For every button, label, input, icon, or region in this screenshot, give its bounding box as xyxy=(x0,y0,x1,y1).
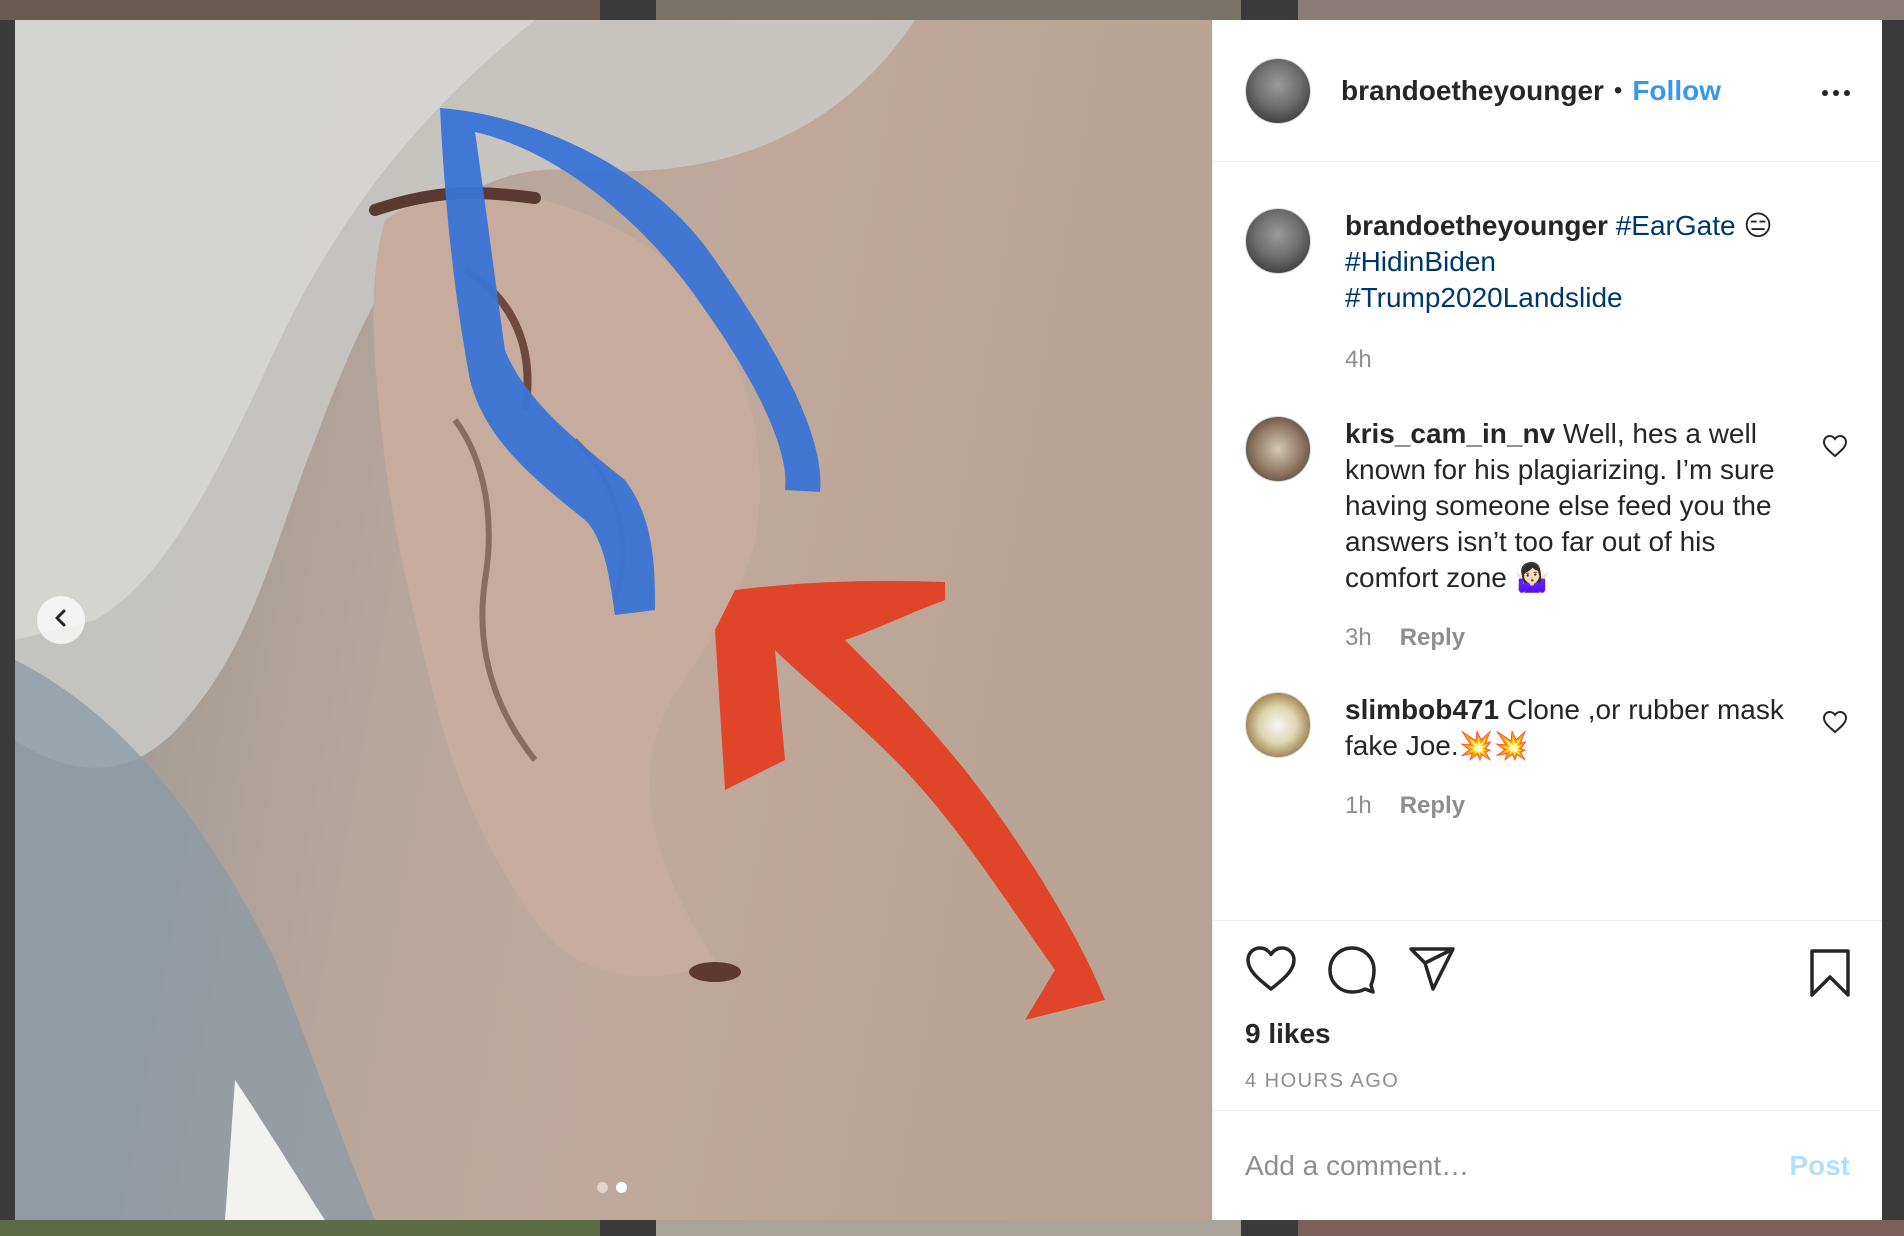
comment-input[interactable]: Add a comment… xyxy=(1245,1150,1469,1182)
caption-time[interactable]: 4h xyxy=(1345,342,1372,378)
add-comment-bar: Add a comment… Post xyxy=(1213,1110,1882,1220)
comment-item: slimbob471 Clone ,or rubber mask fake Jo… xyxy=(1245,692,1852,824)
ear-photo xyxy=(15,20,1105,1220)
post-modal: brandoetheyounger • Follow brandoetheyou… xyxy=(15,20,1882,1220)
reply-button[interactable]: Reply xyxy=(1400,788,1465,824)
post-header: brandoetheyounger • Follow xyxy=(1213,20,1882,162)
background-thumbnail xyxy=(656,0,1241,20)
reply-button[interactable]: Reply xyxy=(1400,620,1465,656)
comment-item: kris_cam_in_nv Well, hes a well known fo… xyxy=(1245,416,1852,656)
action-bar: 9 likes 4 HOURS AGO xyxy=(1213,920,1882,1110)
heart-icon[interactable] xyxy=(1245,945,1297,1000)
carousel-dot-active xyxy=(616,1182,627,1193)
comment-like-icon[interactable] xyxy=(1822,434,1848,463)
carousel-indicator xyxy=(597,1182,627,1193)
background-thumbnail xyxy=(0,1220,600,1236)
background-thumbnail xyxy=(1298,0,1904,20)
comment-username[interactable]: slimbob471 xyxy=(1345,694,1499,725)
more-options-icon[interactable] xyxy=(1822,90,1850,96)
avatar[interactable] xyxy=(1245,208,1311,274)
comment-time[interactable]: 1h xyxy=(1345,788,1372,824)
post-timestamp[interactable]: 4 HOURS AGO xyxy=(1245,1070,1852,1093)
background-thumbnail xyxy=(0,0,600,20)
previous-slide-button[interactable] xyxy=(37,596,85,644)
author-username[interactable]: brandoetheyounger xyxy=(1341,75,1604,107)
bookmark-icon[interactable] xyxy=(1808,947,1852,1004)
caption: brandoetheyounger #EarGate 😑 #HidinBiden… xyxy=(1245,208,1852,378)
comment-icon[interactable] xyxy=(1327,945,1377,1000)
chevron-left-icon xyxy=(51,608,71,633)
carousel-dot xyxy=(597,1182,608,1193)
comment-like-icon[interactable] xyxy=(1822,710,1848,739)
comments-list: brandoetheyounger #EarGate 😑 #HidinBiden… xyxy=(1213,162,1882,920)
likes-count[interactable]: 9 likes xyxy=(1245,1018,1852,1050)
hashtag-link[interactable]: #Trump2020Landslide xyxy=(1345,282,1623,313)
avatar[interactable] xyxy=(1245,57,1311,124)
send-icon[interactable] xyxy=(1407,945,1457,1000)
hashtag-link[interactable]: #HidinBiden xyxy=(1345,246,1496,277)
post-image[interactable] xyxy=(15,20,1212,1220)
separator: • xyxy=(1613,76,1623,104)
background-thumbnail xyxy=(1298,1220,1904,1236)
avatar[interactable] xyxy=(1245,416,1311,482)
caption-username[interactable]: brandoetheyounger xyxy=(1345,210,1608,241)
avatar[interactable] xyxy=(1245,692,1311,758)
post-sidebar: brandoetheyounger • Follow brandoetheyou… xyxy=(1212,20,1882,1220)
comment-time[interactable]: 3h xyxy=(1345,620,1372,656)
hashtag-link[interactable]: #EarGate xyxy=(1616,210,1736,241)
post-button[interactable]: Post xyxy=(1789,1150,1850,1182)
background-thumbnail xyxy=(656,1220,1241,1236)
emoji: 😑 xyxy=(1743,210,1773,241)
comment-username[interactable]: kris_cam_in_nv xyxy=(1345,418,1555,449)
follow-button[interactable]: Follow xyxy=(1632,75,1721,107)
